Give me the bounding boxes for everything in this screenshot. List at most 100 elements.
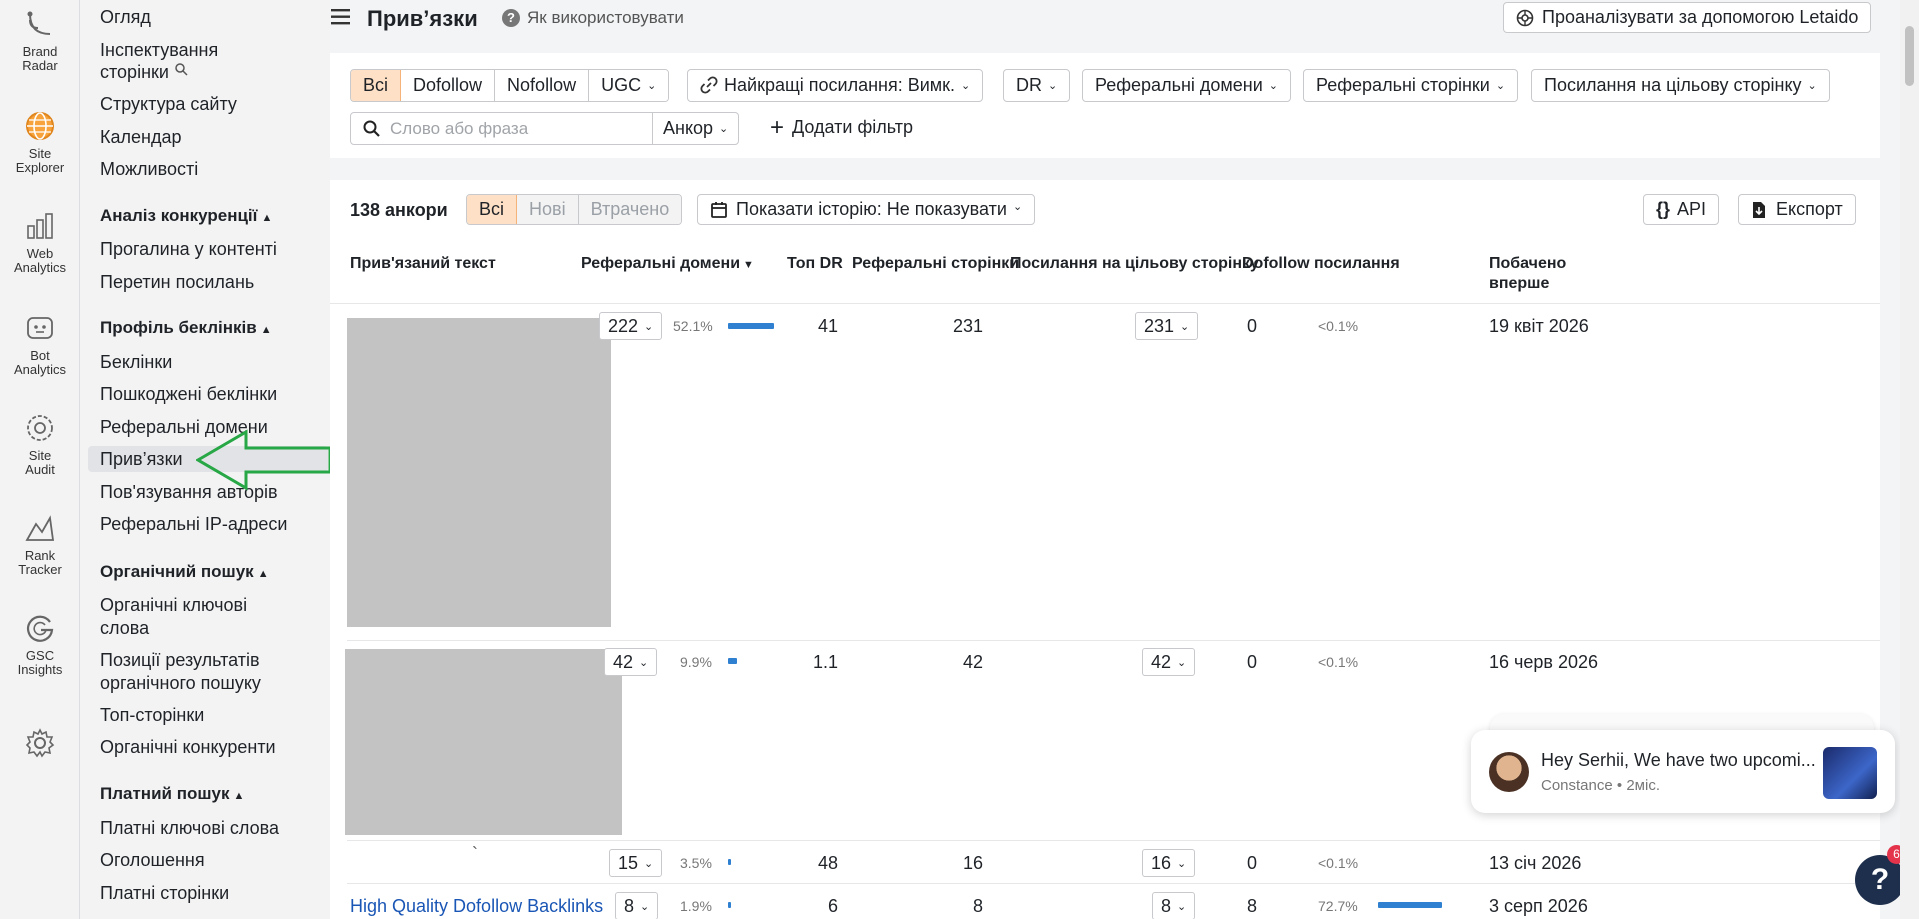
tab-lost[interactable]: Втрачено bbox=[578, 195, 682, 224]
ref-pages[interactable]: 16 bbox=[890, 853, 983, 874]
ref-domains-bar bbox=[728, 658, 737, 664]
rail-site-explorer[interactable]: Site Explorer bbox=[0, 110, 80, 175]
rail-site-audit[interactable]: Site Audit bbox=[0, 412, 80, 477]
nav-overview[interactable]: Огляд bbox=[100, 6, 151, 29]
filter-dofollow[interactable]: Dofollow bbox=[401, 70, 496, 101]
rail-bot-analytics[interactable]: Bot Analytics bbox=[0, 312, 80, 377]
chat-sender: Constance bbox=[1541, 777, 1613, 794]
anchor-text-link[interactable]: High Quality Dofollow Backlinks bbox=[350, 896, 603, 917]
ref-domains-dropdown[interactable]: 8 ⌄ bbox=[615, 892, 659, 919]
nav-inspect-1[interactable]: Інспектування bbox=[100, 39, 218, 62]
nav-serp-pos-1[interactable]: Позиції результатів bbox=[100, 649, 260, 672]
rail-label: Bot bbox=[30, 348, 50, 363]
nav-serp-pos-2[interactable]: органічного пошуку bbox=[100, 672, 261, 695]
filter-nofollow[interactable]: Nofollow bbox=[495, 70, 590, 101]
target-links-dropdown[interactable]: 16 ⌄ bbox=[1142, 849, 1196, 877]
nav-organic-competitors[interactable]: Органічні конкуренти bbox=[100, 736, 276, 759]
analyze-letaido-button[interactable]: Проаналізувати за допомогою Letaido bbox=[1503, 2, 1872, 33]
nav-backlinks[interactable]: Беклінки bbox=[100, 351, 172, 374]
col-anchor-text[interactable]: Прив'язаний текст bbox=[350, 254, 496, 274]
tab-new[interactable]: Нові bbox=[517, 195, 579, 224]
scrollbar-thumb[interactable] bbox=[1905, 26, 1914, 86]
nav-paid-head[interactable]: Платний пошук ▲ bbox=[100, 784, 244, 804]
nav-calendar[interactable]: Календар bbox=[100, 126, 181, 149]
nav-ads[interactable]: Оголошення bbox=[100, 849, 205, 872]
target-links-dropdown[interactable]: 42 ⌄ bbox=[1142, 648, 1196, 676]
ref-domains-dropdown[interactable]: 222 ⌄ bbox=[599, 312, 663, 340]
dofollow-pct: <0.1% bbox=[1318, 318, 1359, 334]
ref-domains-dropdown[interactable]: 15 ⌄ bbox=[609, 849, 663, 877]
tab-all[interactable]: Всі bbox=[467, 195, 518, 224]
nav-opportunities[interactable]: Можливості bbox=[100, 158, 198, 181]
icon-rail: Brand Radar Site Explorer Web Analytics … bbox=[0, 0, 80, 919]
nav-competitive-head[interactable]: Аналіз конкуренції ▲ bbox=[100, 206, 272, 226]
page-title: Прив’язки bbox=[367, 6, 478, 31]
nav-ref-ips[interactable]: Реферальні IP-адреси bbox=[100, 513, 287, 536]
ref-pages[interactable]: 42 bbox=[890, 652, 983, 673]
ref-domains-pct: 3.5% bbox=[680, 855, 712, 871]
nav-top-pages[interactable]: Топ-сторінки bbox=[100, 704, 204, 727]
ref-domains-pct: 52.1% bbox=[673, 318, 713, 334]
anchor-text[interactable]: ` bbox=[472, 844, 478, 865]
col-top-dr[interactable]: Топ DR bbox=[787, 254, 843, 274]
chevron-down-icon: ⌄ bbox=[1180, 321, 1190, 333]
target-links-dropdown[interactable]: 231 ⌄ bbox=[1135, 312, 1199, 340]
nav-head-label: Профіль беклінків bbox=[100, 318, 257, 337]
ref-pages-filter[interactable]: Реферальні сторінки ⌄ bbox=[1303, 69, 1519, 102]
rail-label: Explorer bbox=[15, 160, 65, 175]
best-links-filter[interactable]: Найкращі посилання: Вимк. ⌄ bbox=[687, 69, 984, 102]
col-ref-domains[interactable]: Реферальні домени ▼ bbox=[581, 254, 754, 275]
filter-ugc[interactable]: UGC ⌄ bbox=[589, 70, 669, 101]
ref-domains-dropdown[interactable]: 42 ⌄ bbox=[604, 648, 658, 676]
ref-pages[interactable]: 8 bbox=[890, 896, 983, 917]
target-links-filter[interactable]: Посилання на цільову сторінку ⌄ bbox=[1531, 69, 1830, 102]
rail-rank-tracker[interactable]: Rank Tracker bbox=[0, 512, 80, 577]
chevron-down-icon: ⌄ bbox=[1177, 858, 1187, 870]
anchor-image-placeholder bbox=[347, 318, 611, 627]
nav-broken-backlinks[interactable]: Пошкоджені беклінки bbox=[100, 383, 277, 406]
api-button[interactable]: {} API bbox=[1643, 194, 1720, 225]
chevron-down-icon: ⌄ bbox=[644, 321, 654, 333]
download-icon bbox=[1753, 201, 1765, 218]
top-dr: 1.1 bbox=[812, 652, 838, 672]
nav-organic-kw-1[interactable]: Органічні ключові bbox=[100, 594, 247, 617]
col-ref-pages[interactable]: Реферальні сторінки bbox=[852, 254, 1019, 274]
dofollow-pct: <0.1% bbox=[1318, 855, 1359, 871]
anchor-select[interactable]: Анкор ⌄ bbox=[652, 112, 740, 145]
export-button[interactable]: Експорт bbox=[1738, 194, 1856, 225]
nav-inspect[interactable]: сторінки bbox=[100, 61, 188, 84]
ref-pages[interactable]: 231 bbox=[890, 316, 983, 337]
ref-domains-filter[interactable]: Реферальні домени ⌄ bbox=[1082, 69, 1292, 102]
rail-web-analytics[interactable]: Web Analytics bbox=[0, 210, 80, 275]
nav-link-intersect[interactable]: Перетин посилань bbox=[100, 271, 254, 294]
rail-brand-radar[interactable]: Brand Radar bbox=[0, 8, 80, 73]
chat-notification[interactable]: Hey Serhii, We have two upcomi... Consta… bbox=[1471, 730, 1895, 813]
col-dofollow[interactable]: Dofollow посилання bbox=[1242, 254, 1400, 274]
nav-site-structure[interactable]: Структура сайту bbox=[100, 93, 237, 116]
scrollbar[interactable] bbox=[1900, 0, 1919, 919]
col-target-links[interactable]: Посилання на цільову сторінку bbox=[1010, 254, 1259, 274]
ref-pages-filter-label: Реферальні сторінки bbox=[1316, 75, 1490, 95]
filter-all[interactable]: Всі bbox=[351, 70, 402, 101]
nav-content-gap[interactable]: Прогалина у контенті bbox=[100, 238, 277, 261]
how-to-use-link[interactable]: ? Як використовувати bbox=[502, 8, 684, 28]
target-links-dropdown[interactable]: 8 ⌄ bbox=[1152, 892, 1196, 919]
dr-filter[interactable]: DR ⌄ bbox=[1003, 69, 1071, 102]
add-filter-button[interactable]: + Додати фільтр bbox=[770, 115, 913, 139]
search-input[interactable] bbox=[390, 118, 640, 139]
nav-backlink-head[interactable]: Профіль беклінків ▲ bbox=[100, 318, 272, 338]
nav-anchors[interactable]: Прив’язки bbox=[100, 448, 183, 471]
row-divider bbox=[347, 883, 1880, 884]
nav-paid-kw[interactable]: Платні ключові слова bbox=[100, 817, 279, 840]
rail-gsc-insights[interactable]: GSC Insights bbox=[0, 612, 80, 677]
ref-domains-value: 222 bbox=[608, 316, 639, 336]
menu-icon[interactable] bbox=[330, 7, 352, 27]
rail-settings[interactable] bbox=[0, 727, 80, 764]
nav-organic-head[interactable]: Органічний пошук ▲ bbox=[100, 562, 269, 582]
nav-organic-kw-2[interactable]: слова bbox=[100, 617, 149, 640]
first-seen: 16 черв 2026 bbox=[1489, 652, 1599, 672]
history-select[interactable]: Показати історію: Не показувати ⌄ bbox=[697, 194, 1036, 225]
nav-paid-pages[interactable]: Платні сторінки bbox=[100, 882, 229, 905]
col-first-seen[interactable]: Побачено вперше bbox=[1489, 254, 1566, 294]
target-links-value: 8 bbox=[1161, 896, 1172, 916]
